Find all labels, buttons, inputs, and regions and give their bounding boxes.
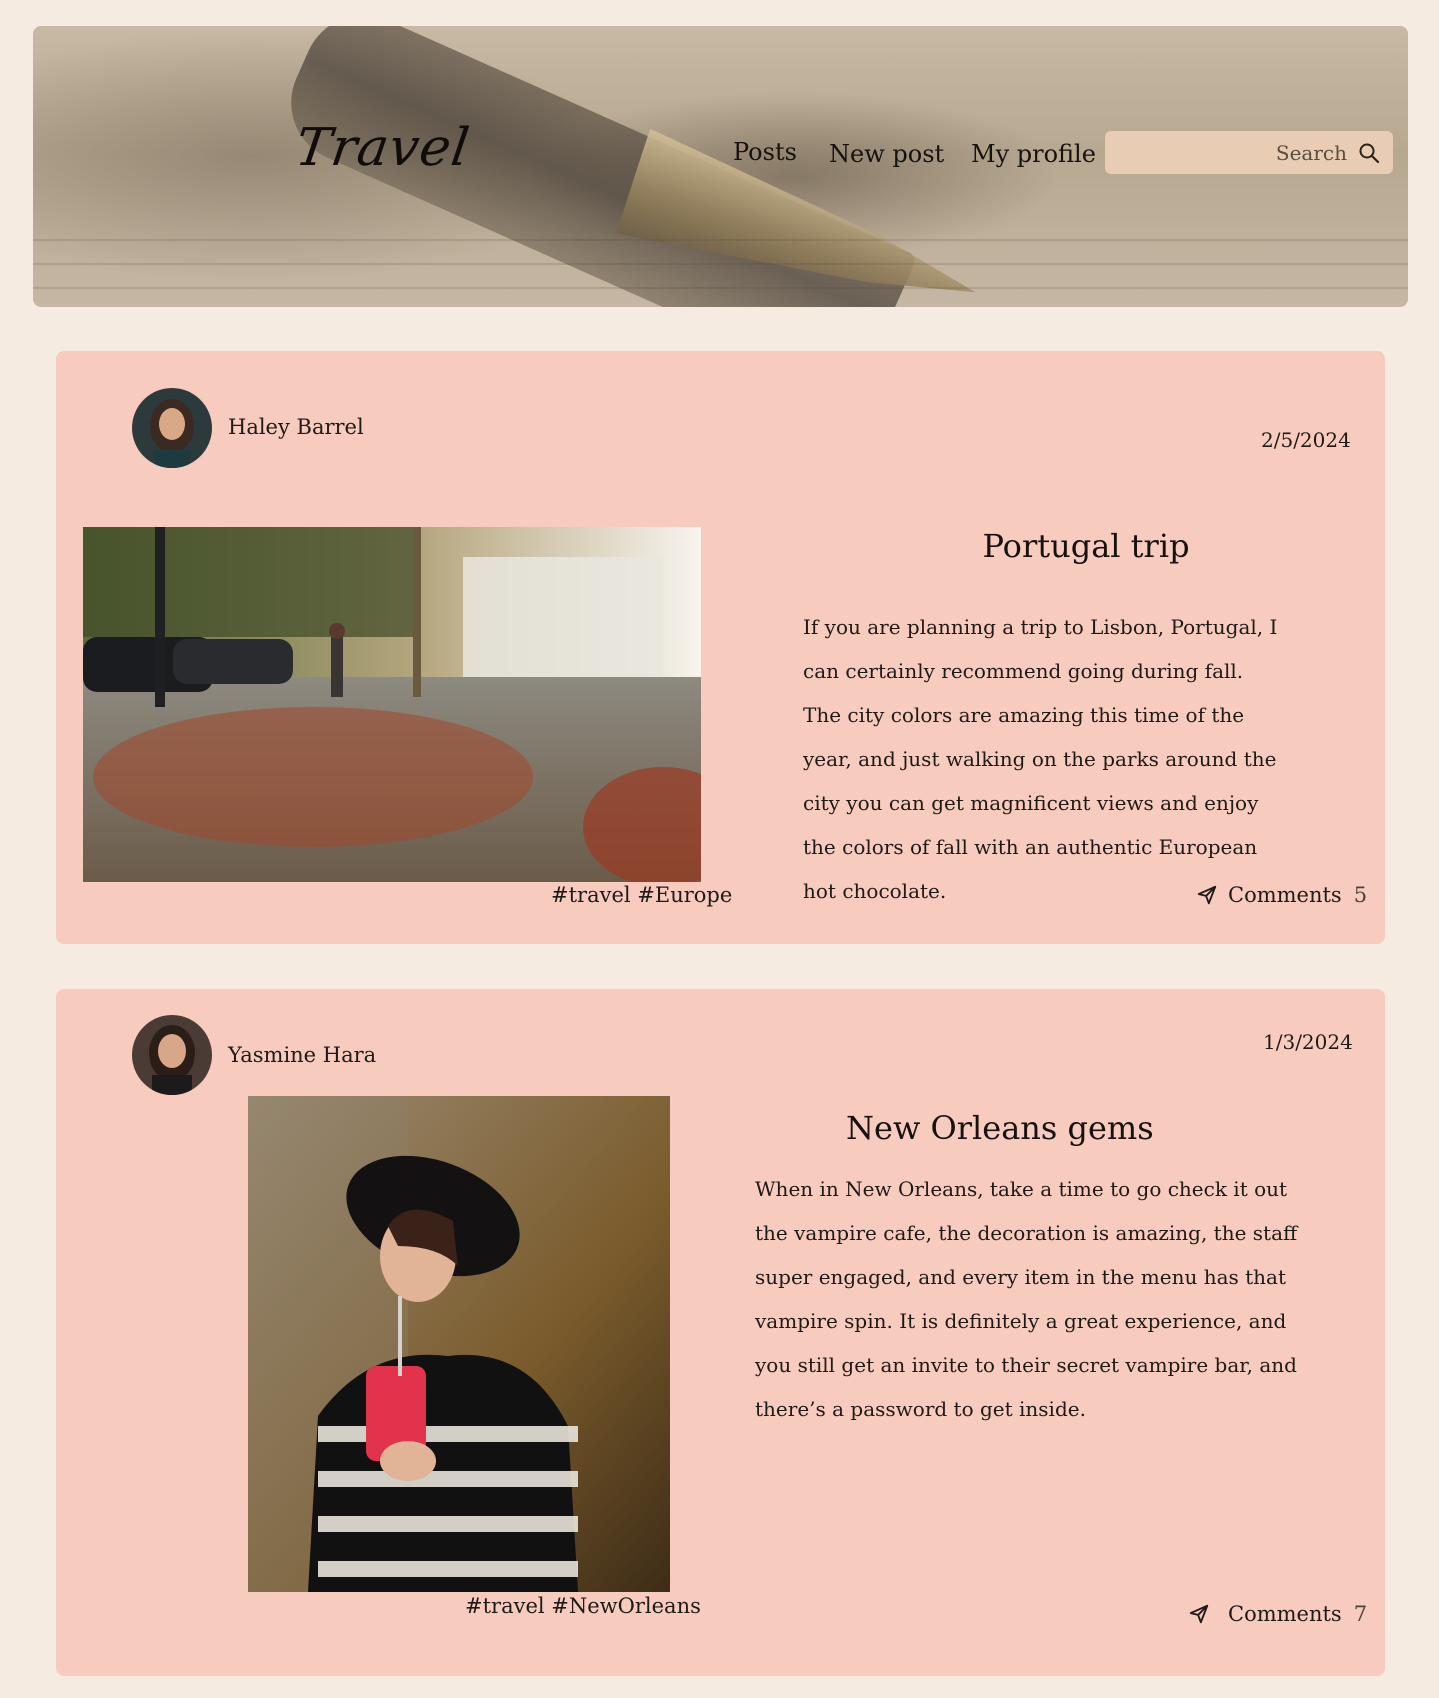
comments-button[interactable]: Comments 5 [1196, 883, 1367, 907]
avatar-image [132, 388, 212, 468]
send-icon [1189, 1604, 1209, 1624]
post-photo [83, 527, 701, 882]
nav-my-profile[interactable]: My profile [971, 140, 1096, 168]
post-date: 1/3/2024 [1263, 1030, 1353, 1054]
post-title[interactable]: New Orleans gems [846, 1109, 1316, 1147]
avatar[interactable] [132, 388, 212, 468]
post-body: When in New Orleans, take a time to go c… [755, 1177, 1298, 1421]
post-card: Haley Barrel 2/5/2024 #travel #Europe Po… [56, 351, 1385, 944]
post-title[interactable]: Portugal trip [836, 527, 1336, 565]
comments-label: Comments [1228, 883, 1342, 907]
comments-count: 7 [1353, 1602, 1368, 1626]
post-card: Yasmine Hara 1/3/2024 #travel #NewOrlean… [56, 989, 1385, 1676]
post-tags[interactable]: #travel #Europe [551, 883, 732, 907]
author-name[interactable]: Haley Barrel [228, 415, 364, 439]
comments-label: Comments [1228, 1602, 1342, 1626]
site-logo[interactable]: Travel [292, 118, 474, 178]
avatar[interactable] [132, 1015, 212, 1095]
search-input[interactable]: Search [1105, 131, 1393, 174]
author-name[interactable]: Yasmine Hara [228, 1043, 376, 1067]
post-tags[interactable]: #travel #NewOrleans [465, 1594, 701, 1618]
nav-posts[interactable]: Posts [733, 138, 797, 166]
send-icon [1197, 885, 1217, 905]
post-body: If you are planning a trip to Lisbon, Po… [803, 615, 1278, 903]
avatar-image [132, 1015, 212, 1095]
comments-count: 5 [1353, 883, 1368, 907]
comments-button[interactable]: Comments 7 [1188, 1602, 1367, 1626]
post-photo [248, 1096, 670, 1592]
nav-new-post[interactable]: New post [829, 140, 944, 168]
post-date: 2/5/2024 [1261, 428, 1351, 452]
search-placeholder: Search [1275, 140, 1347, 165]
paper-texture [33, 217, 1408, 307]
search-icon[interactable] [1357, 141, 1381, 165]
